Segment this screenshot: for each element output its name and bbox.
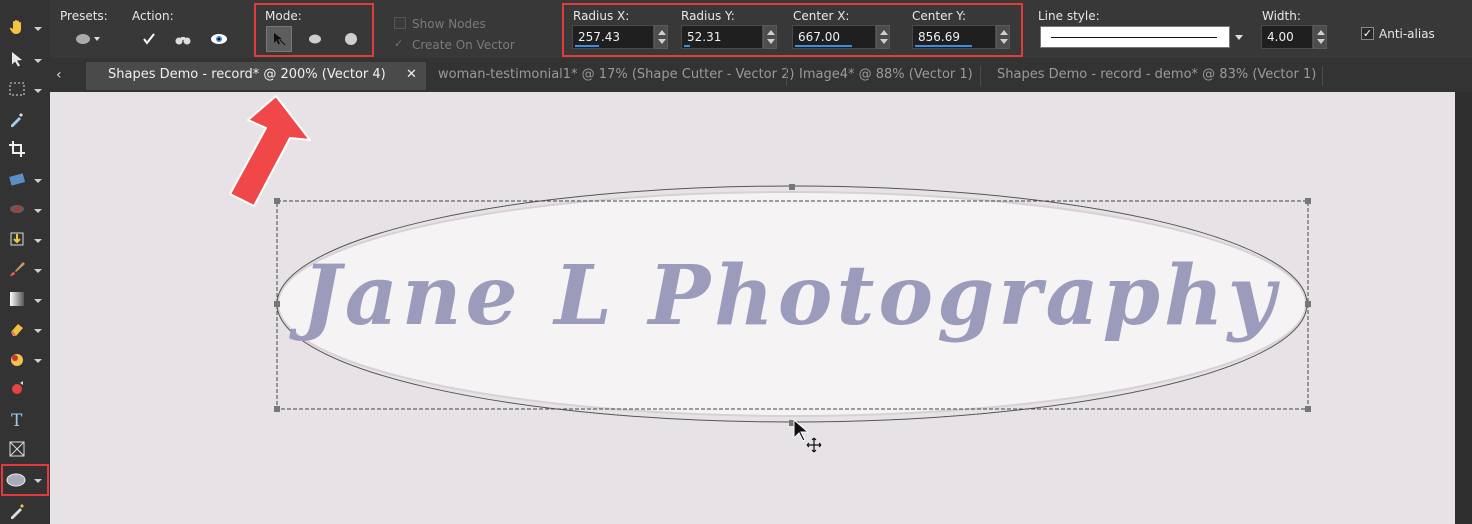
svg-text:T: T (11, 411, 23, 428)
pen-icon[interactable] (4, 498, 30, 524)
apply-check-icon[interactable] (136, 26, 162, 52)
binoculars-icon[interactable] (170, 26, 196, 52)
tool-options-toolbar: Presets: Action: Mode: Show Nodes ✓ Crea… (50, 0, 1472, 58)
width-input[interactable]: 4.00 (1261, 25, 1313, 49)
dropper-icon[interactable] (4, 106, 30, 132)
center-y-label: Center Y: (912, 9, 966, 23)
straighten-icon[interactable] (4, 166, 30, 192)
tab-image4[interactable]: Image4* @ 88% (Vector 1) (799, 62, 979, 90)
selection-rect-icon[interactable] (4, 76, 30, 102)
crop-icon[interactable] (4, 136, 30, 162)
paint-brush-icon[interactable] (4, 256, 30, 282)
draw-circle-mode-button[interactable] (338, 26, 364, 52)
show-nodes-checkbox[interactable] (394, 17, 406, 29)
radius-x-label: Radius X: (573, 9, 630, 23)
presets-dropdown[interactable] (74, 26, 104, 52)
picture-tube-icon[interactable] (4, 376, 30, 402)
center-x-value-bar (795, 45, 853, 47)
anti-alias-label: Anti-alias (1379, 27, 1435, 41)
close-icon[interactable]: ✕ (406, 62, 417, 88)
tab-divider (1322, 66, 1323, 86)
tab-divider (786, 66, 787, 86)
chevron-down-icon[interactable] (34, 299, 42, 303)
tab-shapes-demo-record[interactable]: Shapes Demo - record* @ 200% (Vector 4) … (86, 62, 426, 90)
tab-shapes-demo-record-demo[interactable]: Shapes Demo - record - demo* @ 83% (Vect… (997, 62, 1323, 90)
eye-icon[interactable] (206, 26, 232, 52)
ellipse-icon[interactable] (4, 467, 28, 493)
chevron-down-icon[interactable] (34, 27, 42, 31)
anti-alias-checkbox[interactable]: ✓ (1361, 27, 1374, 40)
width-spinner[interactable] (1313, 25, 1327, 49)
chevron-down-icon[interactable] (34, 209, 42, 213)
annotation-arrow-icon (229, 95, 311, 207)
vertical-scrollbar[interactable] (1455, 92, 1472, 524)
action-label: Action: (132, 9, 174, 23)
radius-y-value-bar (684, 45, 691, 47)
chevron-down-icon[interactable] (34, 329, 42, 333)
mode-label: Mode: (265, 9, 302, 23)
chevron-down-icon[interactable] (34, 479, 42, 483)
pick-arrow-icon[interactable] (4, 46, 30, 72)
width-label: Width: (1262, 9, 1301, 23)
vector-pick-icon[interactable] (4, 436, 30, 462)
text-icon[interactable]: T (4, 406, 30, 432)
create-on-vector-label: Create On Vector (412, 38, 515, 52)
chevron-down-icon[interactable] (34, 89, 42, 93)
pan-hand-icon[interactable] (4, 14, 30, 40)
document-tab-bar: ‹ Shapes Demo - record* @ 200% (Vector 4… (50, 58, 1472, 92)
clone-icon[interactable] (4, 226, 30, 252)
mouse-cursor-move-icon (793, 418, 822, 453)
chevron-down-icon[interactable] (34, 239, 42, 243)
chevron-down-icon[interactable] (34, 359, 42, 363)
tool-palette: T (0, 0, 50, 524)
line-style-preview (1051, 37, 1217, 38)
line-style-dropdown[interactable] (1040, 26, 1230, 48)
radius-y-spinner[interactable] (763, 25, 777, 49)
line-style-label: Line style: (1038, 9, 1100, 23)
gradient-icon[interactable] (4, 286, 30, 312)
red-eye-icon[interactable] (4, 196, 30, 222)
center-y-spinner[interactable] (996, 25, 1010, 49)
chevron-down-icon[interactable] (34, 59, 42, 63)
fill-bucket-icon[interactable] (4, 346, 30, 372)
presets-label: Presets: (60, 9, 108, 23)
radius-x-value-bar (575, 45, 599, 47)
radius-y-input[interactable]: 52.31 (681, 25, 763, 49)
logo-text: Jane L Photography (302, 248, 1280, 344)
show-nodes-label: Show Nodes (412, 17, 486, 31)
center-x-input[interactable]: 667.00 (792, 25, 876, 49)
chevron-down-icon[interactable] (34, 179, 42, 183)
chevron-down-icon[interactable] (34, 269, 42, 273)
radius-x-spinner[interactable] (654, 25, 668, 49)
center-x-label: Center X: (793, 9, 850, 23)
tab-woman-testimonial1[interactable]: woman-testimonial1* @ 17% (Shape Cutter … (438, 62, 794, 90)
line-style-chevron-icon[interactable] (1231, 25, 1245, 49)
draw-ellipse-mode-button[interactable] (302, 26, 328, 52)
center-y-input[interactable]: 856.69 (912, 25, 996, 49)
radius-x-input[interactable]: 257.43 (572, 25, 654, 49)
center-y-value-bar (915, 45, 973, 47)
center-x-spinner[interactable] (876, 25, 890, 49)
radius-y-label: Radius Y: (681, 9, 735, 23)
eraser-icon[interactable] (4, 316, 30, 342)
chevron-left-icon[interactable]: ‹ (56, 67, 62, 83)
tab-divider (980, 66, 981, 86)
edit-mode-button[interactable] (266, 26, 292, 52)
create-on-vector-checkbox[interactable]: ✓ (394, 38, 406, 50)
